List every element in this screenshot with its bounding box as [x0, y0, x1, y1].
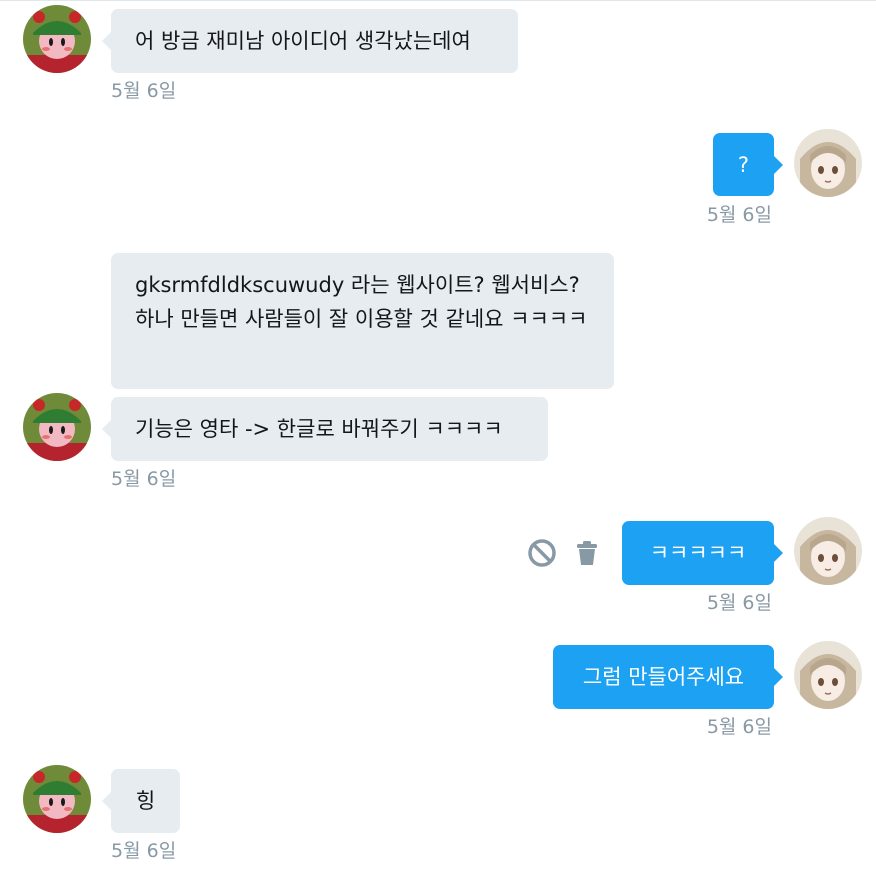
avatar-me[interactable] — [794, 641, 862, 709]
avatar-image — [794, 517, 862, 585]
avatar-me[interactable] — [794, 129, 862, 197]
block-icon[interactable] — [527, 538, 557, 568]
message-timestamp: 5월 6일 — [111, 80, 177, 102]
message-text: 그럼 만들어주세요 — [582, 665, 745, 689]
message-bubble[interactable]: 기능은 영타 -> 한글로 바꿔주기 ㅋㅋㅋㅋ — [102, 397, 548, 461]
avatar-image — [794, 129, 862, 197]
message-bubble[interactable]: ㅋㅋㅋㅋㅋ — [622, 521, 783, 585]
message-text: gksrmfdldkscuwudy 라는 웹사이트? 웹서비스? 하나 만들면 … — [135, 273, 588, 331]
avatar-image — [23, 393, 91, 461]
message-timestamp: 5월 6일 — [111, 468, 177, 490]
message-bubble[interactable]: 어 방금 재미남 아이디어 생각났는데여 — [102, 9, 518, 73]
avatar-image — [23, 765, 91, 833]
avatar-image — [794, 641, 862, 709]
message-text: ㅋㅋㅋㅋㅋ — [649, 541, 747, 565]
message-bubble[interactable]: 그럼 만들어주세요 — [553, 645, 783, 709]
message-text: 어 방금 재미남 아이디어 생각났는데여 — [135, 29, 471, 53]
trash-icon[interactable] — [572, 538, 602, 568]
avatar-other[interactable] — [23, 765, 91, 833]
avatar-other[interactable] — [23, 393, 91, 461]
message-bubble[interactable]: gksrmfdldkscuwudy 라는 웹사이트? 웹서비스? 하나 만들면 … — [111, 253, 614, 389]
message-timestamp: 5월 6일 — [706, 204, 772, 226]
message-text: ? — [737, 153, 750, 177]
top-divider — [0, 0, 876, 1]
message-bubble[interactable]: ? — [713, 133, 783, 196]
message-text: 기능은 영타 -> 한글로 바꿔주기 ㅋㅋㅋㅋ — [135, 417, 503, 441]
avatar-other[interactable] — [23, 5, 91, 73]
message-bubble[interactable]: 힝 — [102, 769, 180, 833]
avatar-me[interactable] — [794, 517, 862, 585]
message-timestamp: 5월 6일 — [706, 592, 772, 614]
avatar-image — [23, 5, 91, 73]
message-timestamp: 5월 6일 — [706, 716, 772, 738]
message-text: 힝 — [135, 789, 156, 813]
message-timestamp: 5월 6일 — [111, 840, 177, 862]
